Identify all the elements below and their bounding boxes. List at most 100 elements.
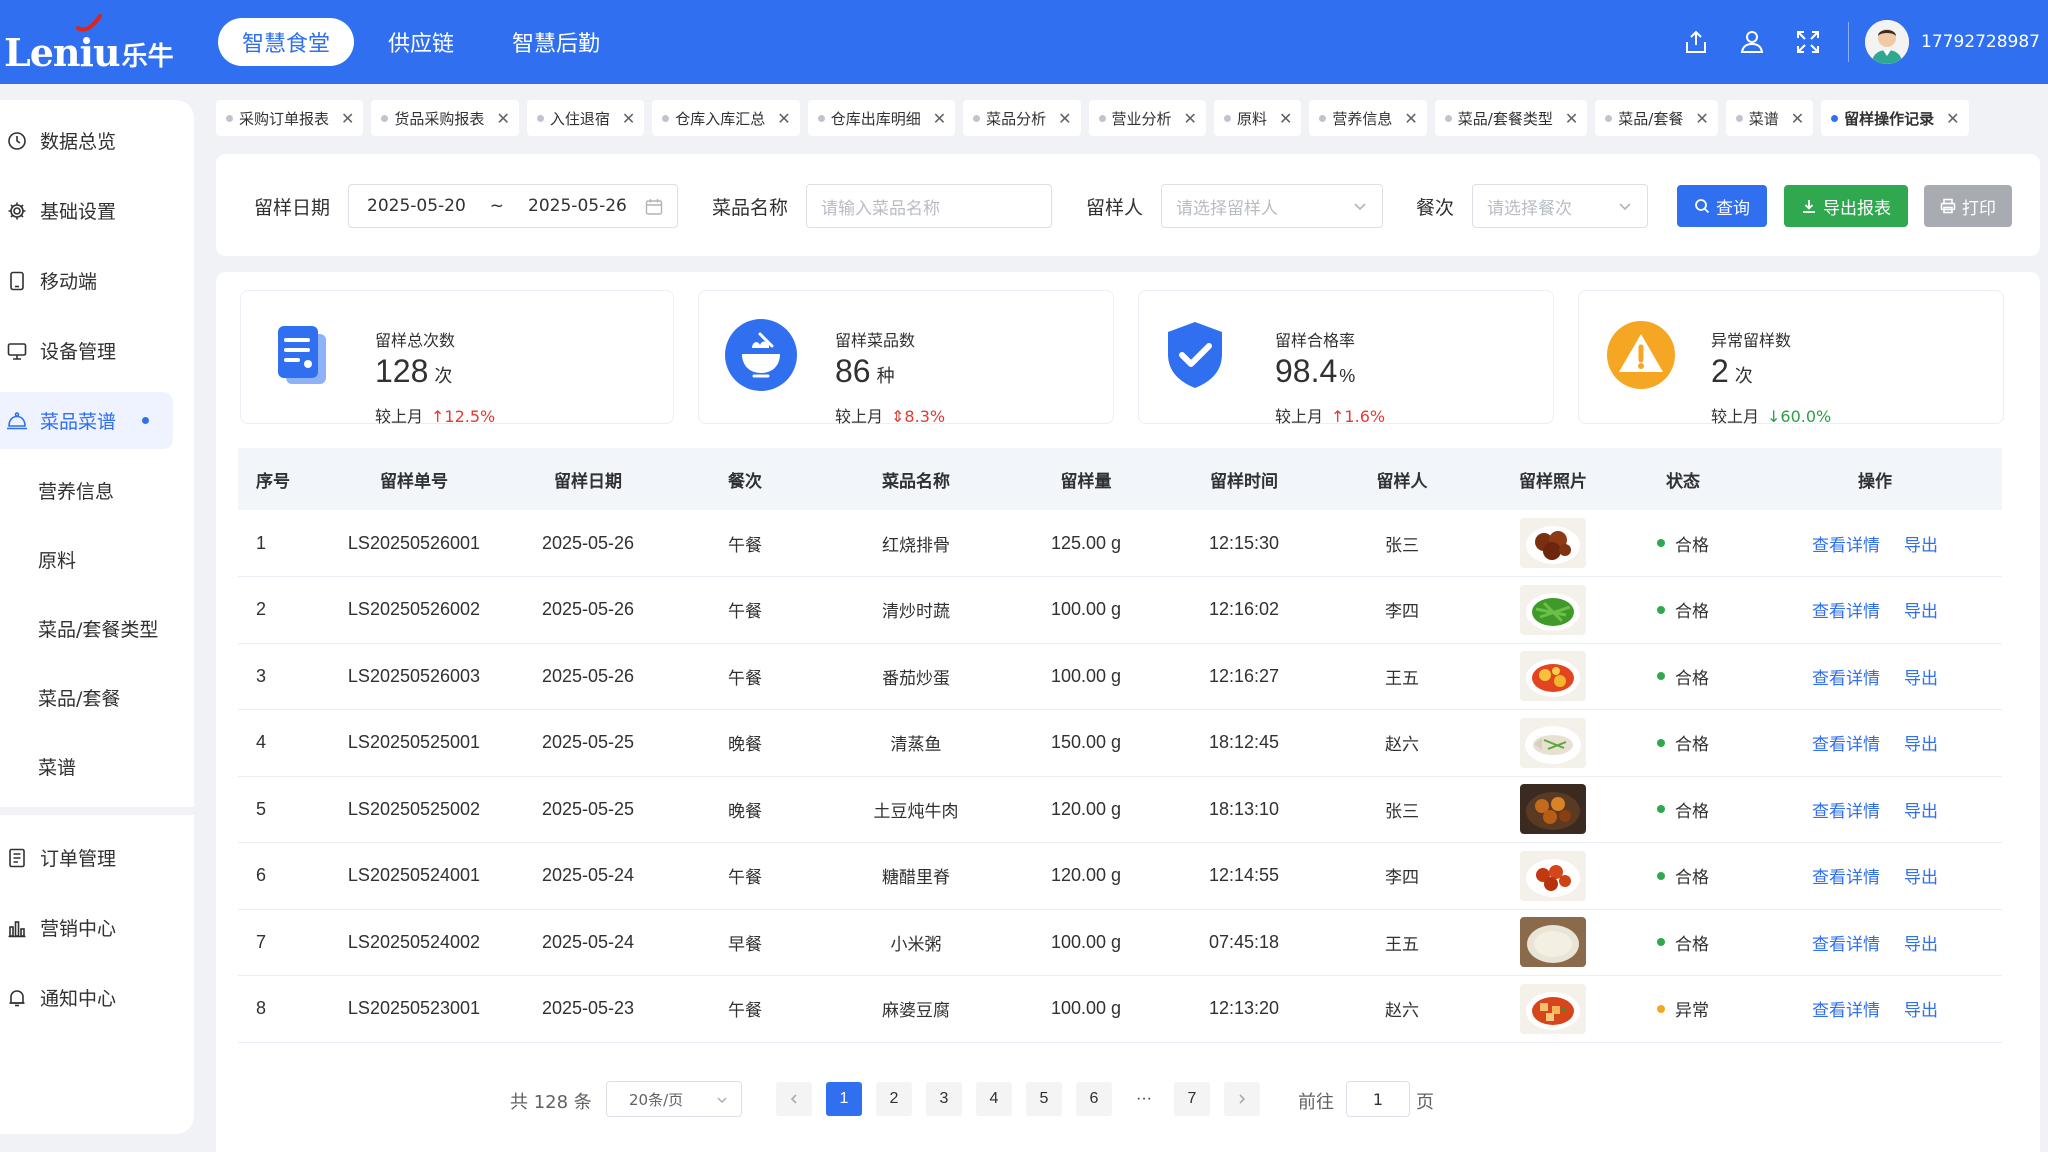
print-button[interactable]: 打印 [1924, 185, 2012, 227]
dish-photo-thumbnail[interactable] [1520, 717, 1586, 768]
user-avatar[interactable] [1865, 20, 1910, 64]
sidebar-item-notification-center[interactable]: 通知中心 [0, 969, 194, 1026]
dish-photo-thumbnail[interactable] [1520, 651, 1586, 702]
stat-change: ↑1.6% [1331, 407, 1386, 426]
view-detail-link[interactable]: 查看详情 [1812, 602, 1880, 622]
top-nav-smart-logistics[interactable]: 智慧后勤 [488, 18, 624, 66]
dish-photo-thumbnail[interactable] [1520, 518, 1586, 568]
view-detail-link[interactable]: 查看详情 [1812, 669, 1880, 689]
export-report-button[interactable]: 导出报表 [1784, 185, 1908, 227]
close-icon[interactable]: ✕ [496, 109, 509, 128]
close-icon[interactable]: ✕ [1058, 109, 1071, 128]
page-button-1[interactable]: 1 [826, 1082, 862, 1116]
page-ellipsis[interactable]: ··· [1126, 1082, 1162, 1116]
close-icon[interactable]: ✕ [1184, 109, 1197, 128]
page-button-6[interactable]: 6 [1076, 1082, 1112, 1116]
tab-label: 菜品分析 [986, 109, 1047, 128]
user-icon[interactable] [1724, 14, 1780, 70]
tab-nutrition[interactable]: 营养信息 ✕ [1309, 100, 1427, 136]
export-row-link[interactable]: 导出 [1904, 868, 1938, 888]
dish-photo-thumbnail[interactable] [1520, 850, 1586, 901]
page-size-select[interactable]: 20条/页 [606, 1081, 742, 1117]
tab-checkin-checkout[interactable]: 入住退宿 ✕ [526, 100, 645, 136]
sidebar-item-order-management[interactable]: 订单管理 [0, 829, 194, 886]
brand-logo[interactable]: Leniu 乐牛 [4, 14, 174, 72]
tab-sample-records[interactable]: 留样操作记录 ✕ [1821, 100, 1969, 136]
sidebar-item-marketing-center[interactable]: 营销中心 [0, 899, 194, 956]
meal-select[interactable]: 请选择餐次 [1472, 184, 1648, 228]
view-detail-link[interactable]: 查看详情 [1812, 868, 1880, 888]
export-row-link[interactable]: 导出 [1904, 602, 1938, 622]
close-icon[interactable]: ✕ [622, 109, 635, 128]
top-nav-smart-canteen[interactable]: 智慧食堂 [218, 18, 355, 66]
sidebar-subitem-dish-set-types[interactable]: 菜品/套餐类型 [0, 600, 194, 657]
sidebar-subitem-nutrition[interactable]: 营养信息 [0, 462, 194, 519]
close-icon[interactable]: ✕ [1404, 109, 1417, 128]
close-icon[interactable]: ✕ [1791, 109, 1804, 128]
sample-person-select[interactable]: 请选择留样人 [1161, 184, 1383, 228]
next-page-button[interactable] [1224, 1082, 1260, 1116]
goto-page-input[interactable]: 1 [1346, 1081, 1410, 1117]
sidebar-subitem-recipes[interactable]: 菜谱 [0, 738, 194, 795]
close-icon[interactable]: ✕ [1695, 109, 1708, 128]
tab-dish-analysis[interactable]: 菜品分析 ✕ [963, 100, 1081, 136]
dish-name-input[interactable]: 请输入菜品名称 [806, 184, 1052, 228]
close-icon[interactable]: ✕ [933, 109, 946, 128]
sidebar-item-device-management[interactable]: 设备管理 [0, 322, 194, 379]
query-button[interactable]: 查询 [1677, 185, 1767, 227]
close-icon[interactable]: ✕ [1565, 109, 1578, 128]
user-phone[interactable]: 17792728987 [1921, 32, 2040, 52]
sidebar-subitem-ingredients[interactable]: 原料 [0, 531, 194, 588]
export-row-link[interactable]: 导出 [1904, 669, 1938, 689]
page-button-2[interactable]: 2 [876, 1082, 912, 1116]
date-range-picker[interactable]: 2025-05-20 ~ 2025-05-26 [348, 184, 678, 228]
tab-label: 货品采购报表 [394, 109, 485, 128]
dish-photo-thumbnail[interactable] [1520, 917, 1586, 968]
top-nav-supply-chain[interactable]: 供应链 [364, 18, 478, 66]
tab-purchase-order-report[interactable]: 采购订单报表 ✕ [216, 100, 364, 136]
tab-dot [973, 114, 981, 122]
close-icon[interactable]: ✕ [1946, 109, 1959, 128]
view-detail-link[interactable]: 查看详情 [1812, 802, 1880, 822]
export-row-link[interactable]: 导出 [1904, 1001, 1938, 1021]
view-detail-link[interactable]: 查看详情 [1812, 935, 1880, 955]
sidebar-item-dashboard[interactable]: 数据总览 [0, 112, 194, 169]
tab-business-analysis[interactable]: 营业分析 ✕ [1088, 100, 1206, 136]
calendar-icon[interactable] [645, 198, 663, 216]
tab-dish-set-types[interactable]: 菜品/套餐类型 ✕ [1434, 100, 1588, 136]
export-row-link[interactable]: 导出 [1904, 802, 1938, 822]
dish-name-label: 菜品名称 [712, 197, 789, 219]
tab-warehouse-outbound-detail[interactable]: 仓库出库明细 ✕ [807, 100, 956, 136]
view-detail-link[interactable]: 查看详情 [1812, 536, 1880, 556]
view-detail-link[interactable]: 查看详情 [1812, 735, 1880, 755]
dish-photo-thumbnail[interactable] [1520, 584, 1586, 635]
close-icon[interactable]: ✕ [1279, 109, 1292, 128]
sidebar-item-mobile[interactable]: 移动端 [0, 252, 194, 309]
date-start[interactable]: 2025-05-20 [367, 196, 466, 216]
tab-recipes[interactable]: 菜谱 ✕ [1725, 100, 1814, 136]
export-row-link[interactable]: 导出 [1904, 935, 1938, 955]
dish-photo-thumbnail[interactable] [1520, 784, 1586, 835]
close-icon[interactable]: ✕ [341, 109, 354, 128]
sidebar-item-dishes-recipes[interactable]: 菜品菜谱 [0, 392, 173, 449]
page-button-5[interactable]: 5 [1026, 1082, 1062, 1116]
page-button-3[interactable]: 3 [926, 1082, 962, 1116]
share-icon[interactable] [1668, 14, 1724, 70]
date-end[interactable]: 2025-05-26 [528, 196, 627, 216]
tab-dish-sets[interactable]: 菜品/套餐 ✕ [1595, 100, 1718, 136]
dish-photo-thumbnail[interactable] [1520, 983, 1586, 1034]
export-row-link[interactable]: 导出 [1904, 735, 1938, 755]
close-icon[interactable]: ✕ [777, 109, 790, 128]
page-button-4[interactable]: 4 [976, 1082, 1012, 1116]
page-button-7[interactable]: 7 [1174, 1082, 1210, 1116]
fullscreen-icon[interactable] [1780, 14, 1836, 70]
prev-page-button[interactable] [776, 1082, 812, 1116]
view-detail-link[interactable]: 查看详情 [1812, 1001, 1880, 1021]
tab-warehouse-inbound-summary[interactable]: 仓库入库汇总 ✕ [652, 100, 800, 136]
export-row-link[interactable]: 导出 [1904, 536, 1938, 556]
tab-goods-purchase-report[interactable]: 货品采购报表 ✕ [371, 100, 519, 136]
cell-time: 12:15:30 [1172, 510, 1316, 577]
tab-ingredients[interactable]: 原料 ✕ [1213, 100, 1302, 136]
sidebar-item-basic-settings[interactable]: 基础设置 [0, 182, 194, 239]
sidebar-subitem-dish-sets[interactable]: 菜品/套餐 [0, 669, 194, 726]
